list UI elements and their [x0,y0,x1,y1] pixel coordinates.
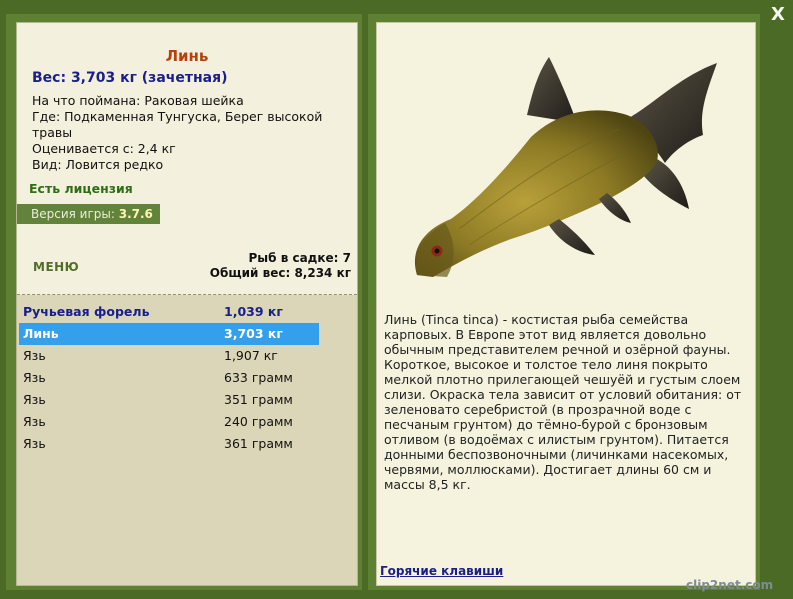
fish-name: Линь [165,47,209,65]
catch-weight: 240 грамм [224,414,293,429]
catch-weight: 3,703 кг [224,326,283,341]
catch-name: Язь [23,348,46,363]
divider [17,294,357,295]
fish-description-panel: Линь (Tinca tinca) - костистая рыба семе… [376,22,756,586]
version-label: Версия игры: [31,207,115,221]
catch-weight: 1,907 кг [224,348,278,363]
fish-description: Линь (Tinca tinca) - костистая рыба семе… [384,312,742,492]
fish-weight: Вес: 3,703 кг (зачетная) [32,70,228,86]
close-button[interactable]: X [771,4,785,25]
valued-from-info: Оценивается с: 2,4 кг [32,141,176,156]
catch-list-item[interactable]: Язь 1,907 кг [19,345,319,367]
watermark: clip2net.com [686,578,774,592]
catch-list-item[interactable]: Ручьевая форель 1,039 кг [19,301,319,323]
catch-name: Язь [23,436,46,451]
keepnet-count: Рыб в садке: 7 [248,251,352,265]
catch-name: Ручьевая форель [23,304,150,319]
keepnet-total-weight: Общий вес: 8,234 кг [209,266,351,280]
keepnet-summary: Рыб в садке: 7 Общий вес: 8,234 кг [210,251,351,281]
catch-name: Язь [23,392,46,407]
catch-name: Язь [23,414,46,429]
kind-info: Вид: Ловится редко [32,157,164,172]
location-info-line1: Где: Подкаменная Тунгуска, Берег высокой [32,109,323,124]
version-value: 3.7.6 [118,207,153,221]
catch-weight: 633 грамм [224,370,293,385]
hotkeys-link[interactable]: Горячие клавиши [380,564,503,578]
catch-list-item-selected[interactable]: Линь 3,703 кг [19,323,319,345]
catch-list-item[interactable]: Язь 361 грамм [19,433,319,455]
fish-details: Линь Вес: 3,703 кг (зачетная) На что пой… [17,23,357,295]
fish-info-panel: Линь Вес: 3,703 кг (зачетная) На что пой… [16,22,358,586]
catch-list-item[interactable]: Язь 351 грамм [19,389,319,411]
bait-info: На что поймана: Раковая шейка [32,93,244,108]
version-bar: Версия игры: 3.7.6 [17,204,160,224]
catch-name: Язь [23,370,46,385]
catch-weight: 361 грамм [224,436,293,451]
catch-weight: 351 грамм [224,392,293,407]
license-status: Есть лицензия [29,181,133,196]
catch-weight: 1,039 кг [224,304,283,319]
location-info-line2: травы [32,125,73,140]
tench-fish-image [414,57,717,277]
catch-list-item[interactable]: Язь 240 грамм [19,411,319,433]
catch-list-item[interactable]: Язь 633 грамм [19,367,319,389]
catch-name: Линь [23,326,59,341]
menu-button[interactable]: МЕНЮ [33,260,79,274]
